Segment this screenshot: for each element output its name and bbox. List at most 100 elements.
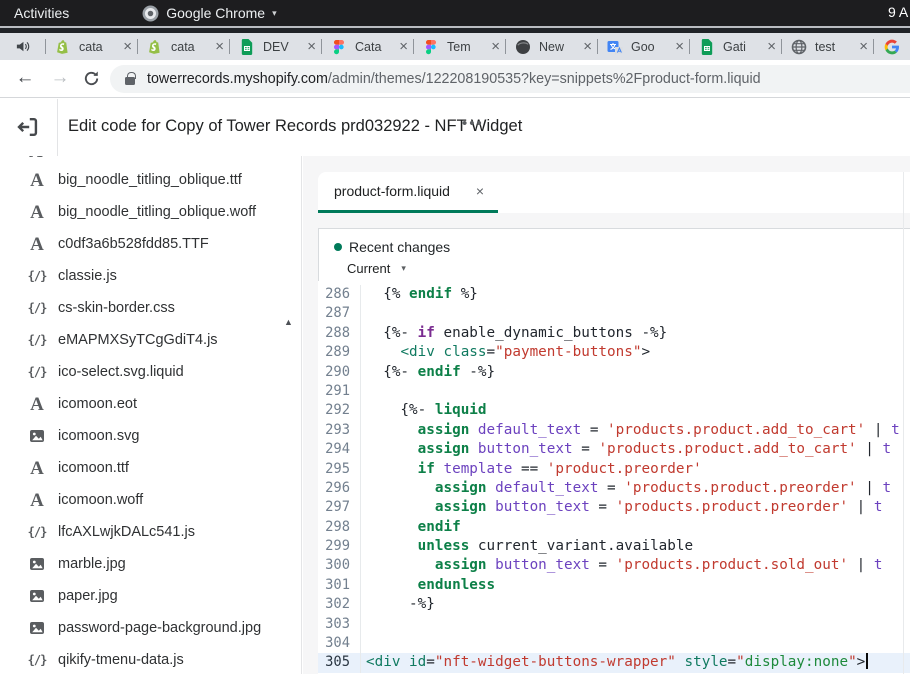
code-text[interactable]: assign button_text = 'products.product.a… [361, 440, 891, 459]
file-item[interactable]: {/}classie.js [0, 260, 283, 292]
back-button[interactable]: ← [12, 65, 38, 91]
tab-strip-band: cata×cata×DEV×Cata×Tem×New×Goo×Gati×test… [0, 33, 910, 60]
file-item[interactable]: Aicomoon.eot [0, 388, 283, 420]
file-item[interactable]: {/}ico-select.svg.liquid [0, 356, 283, 388]
line-number: 286 [318, 285, 361, 304]
code-text[interactable]: {%- liquid [361, 401, 487, 420]
code-text[interactable]: <div id="nft-widget-buttons-wrapper" sty… [361, 653, 868, 672]
file-item[interactable]: paper.jpg [0, 580, 283, 612]
browser-tab[interactable]: Goo× [598, 33, 689, 60]
browser-tab[interactable]: Cata× [322, 33, 413, 60]
line-number: 298 [318, 518, 361, 537]
code-text[interactable] [361, 382, 366, 401]
file-item[interactable]: Aicomoon.ttf [0, 452, 283, 484]
line-number: 300 [318, 556, 361, 575]
file-item[interactable]: marble.jpg [0, 548, 283, 580]
font-file-icon: A [27, 459, 47, 478]
code-text[interactable]: {%- if enable_dynamic_buttons -%} [361, 324, 667, 343]
code-text[interactable]: endif [361, 518, 461, 537]
tab-title: cata [171, 40, 212, 54]
tab-close-icon[interactable]: × [123, 39, 132, 54]
code-line: 302 -%} [318, 595, 910, 614]
code-text[interactable]: assign button_text = 'products.product.p… [361, 498, 883, 517]
os-top-bar: Activities Google Chrome ▾ 9 A [0, 0, 910, 26]
file-name: big_noodle_titling_oblique.woff [58, 204, 256, 220]
tab-close-icon[interactable]: × [491, 39, 500, 54]
os-clock[interactable]: 9 A [888, 4, 908, 20]
code-text[interactable]: assign default_text = 'products.product.… [361, 421, 900, 440]
address-bar[interactable]: towerrecords.myshopify.com/admin/themes/… [110, 65, 910, 93]
recent-changes-title: Recent changes [349, 239, 450, 255]
code-text[interactable] [361, 304, 366, 323]
file-tab-product-form[interactable]: product-form.liquid × [318, 172, 498, 213]
code-line: 303 [318, 615, 910, 634]
app-menu[interactable]: Google Chrome ▾ [142, 5, 276, 22]
file-item[interactable]: Abig_noodle_titling_oblique.ttf [0, 164, 283, 196]
scrollbar-up-arrow[interactable]: ▲ [284, 317, 293, 327]
line-number: 304 [318, 634, 361, 653]
tab-close-icon[interactable]: × [215, 39, 224, 54]
file-item[interactable]: {/}eMAPMXSyTCgGdiT4.js [0, 324, 283, 356]
tab-close-icon[interactable]: × [767, 39, 776, 54]
exit-editor-button[interactable] [16, 115, 40, 139]
line-number: 296 [318, 479, 361, 498]
tab-title: test [815, 40, 856, 54]
version-dropdown[interactable]: Current ▾ [319, 255, 910, 276]
code-editor[interactable]: 286 {% endif %}287288 {%- if enable_dyna… [318, 281, 910, 674]
tab-close-icon[interactable]: × [859, 39, 868, 54]
font-file-icon: A [27, 203, 47, 222]
file-item[interactable]: {/}qikify-tmenu-data.js [0, 644, 283, 674]
line-number: 292 [318, 401, 361, 420]
code-line: 289 <div class="payment-buttons"> [318, 343, 910, 362]
app-header: Edit code for Copy of Tower Records prd0… [0, 99, 910, 156]
dark-globe-icon [515, 39, 531, 55]
file-item[interactable]: Abig_noodle_titling_oblique.woff [0, 196, 283, 228]
browser-tab[interactable]: Tem× [414, 33, 505, 60]
browser-tab[interactable]: Gati× [690, 33, 781, 60]
code-line: 300 assign button_text = 'products.produ… [318, 556, 910, 575]
code-text[interactable]: if template == 'product.preorder' [361, 460, 702, 479]
code-text[interactable]: endunless [361, 576, 495, 595]
file-item[interactable]: Aicomoon.woff [0, 484, 283, 516]
file-tab-close-icon[interactable]: × [476, 183, 484, 199]
tab-close-icon[interactable]: × [583, 39, 592, 54]
code-text[interactable]: unless current_variant.available [361, 537, 693, 556]
browser-tab[interactable]: cata× [138, 33, 229, 60]
activities-button[interactable]: Activities [14, 5, 69, 21]
code-text[interactable]: assign default_text = 'products.product.… [361, 479, 891, 498]
forward-button[interactable]: → [47, 65, 73, 91]
reload-button[interactable] [82, 69, 101, 88]
browser-tab[interactable] [874, 33, 909, 60]
code-text[interactable]: {%- endif -%} [361, 363, 495, 382]
file-name: c0df3a6b528fdd85.TTF [58, 236, 209, 252]
file-name: icomoon.ttf [58, 460, 129, 476]
file-item[interactable]: {/}cs-skin-border.css [0, 292, 283, 324]
lock-icon[interactable] [125, 77, 135, 85]
more-actions-button[interactable]: ••• [462, 115, 484, 132]
partial-file-icon: A [29, 156, 43, 161]
file-name: cs-skin-border.css [58, 300, 175, 316]
code-text[interactable] [361, 615, 366, 634]
browser-tab[interactable]: New× [506, 33, 597, 60]
file-item[interactable]: Ac0df3a6b528fdd85.TTF [0, 228, 283, 260]
tab-close-icon[interactable]: × [399, 39, 408, 54]
code-line: 301 endunless [318, 576, 910, 595]
browser-tab[interactable]: test× [782, 33, 873, 60]
code-file-icon: {/} [27, 653, 47, 667]
file-name: password-page-background.jpg [58, 620, 261, 636]
image-file-icon [27, 428, 47, 444]
file-item[interactable]: {/}lfcAXLwjkDALc541.js [0, 516, 283, 548]
code-text[interactable]: assign button_text = 'products.product.s… [361, 556, 883, 575]
code-text[interactable] [361, 634, 366, 653]
code-line: 304 [318, 634, 910, 653]
line-number: 295 [318, 460, 361, 479]
browser-tab[interactable]: DEV× [230, 33, 321, 60]
code-text[interactable]: -%} [361, 595, 435, 614]
tab-close-icon[interactable]: × [675, 39, 684, 54]
code-text[interactable]: <div class="payment-buttons"> [361, 343, 650, 362]
code-text[interactable]: {% endif %} [361, 285, 478, 304]
tab-close-icon[interactable]: × [307, 39, 316, 54]
file-item[interactable]: password-page-background.jpg [0, 612, 283, 644]
browser-tab[interactable]: cata× [46, 33, 137, 60]
file-item[interactable]: icomoon.svg [0, 420, 283, 452]
